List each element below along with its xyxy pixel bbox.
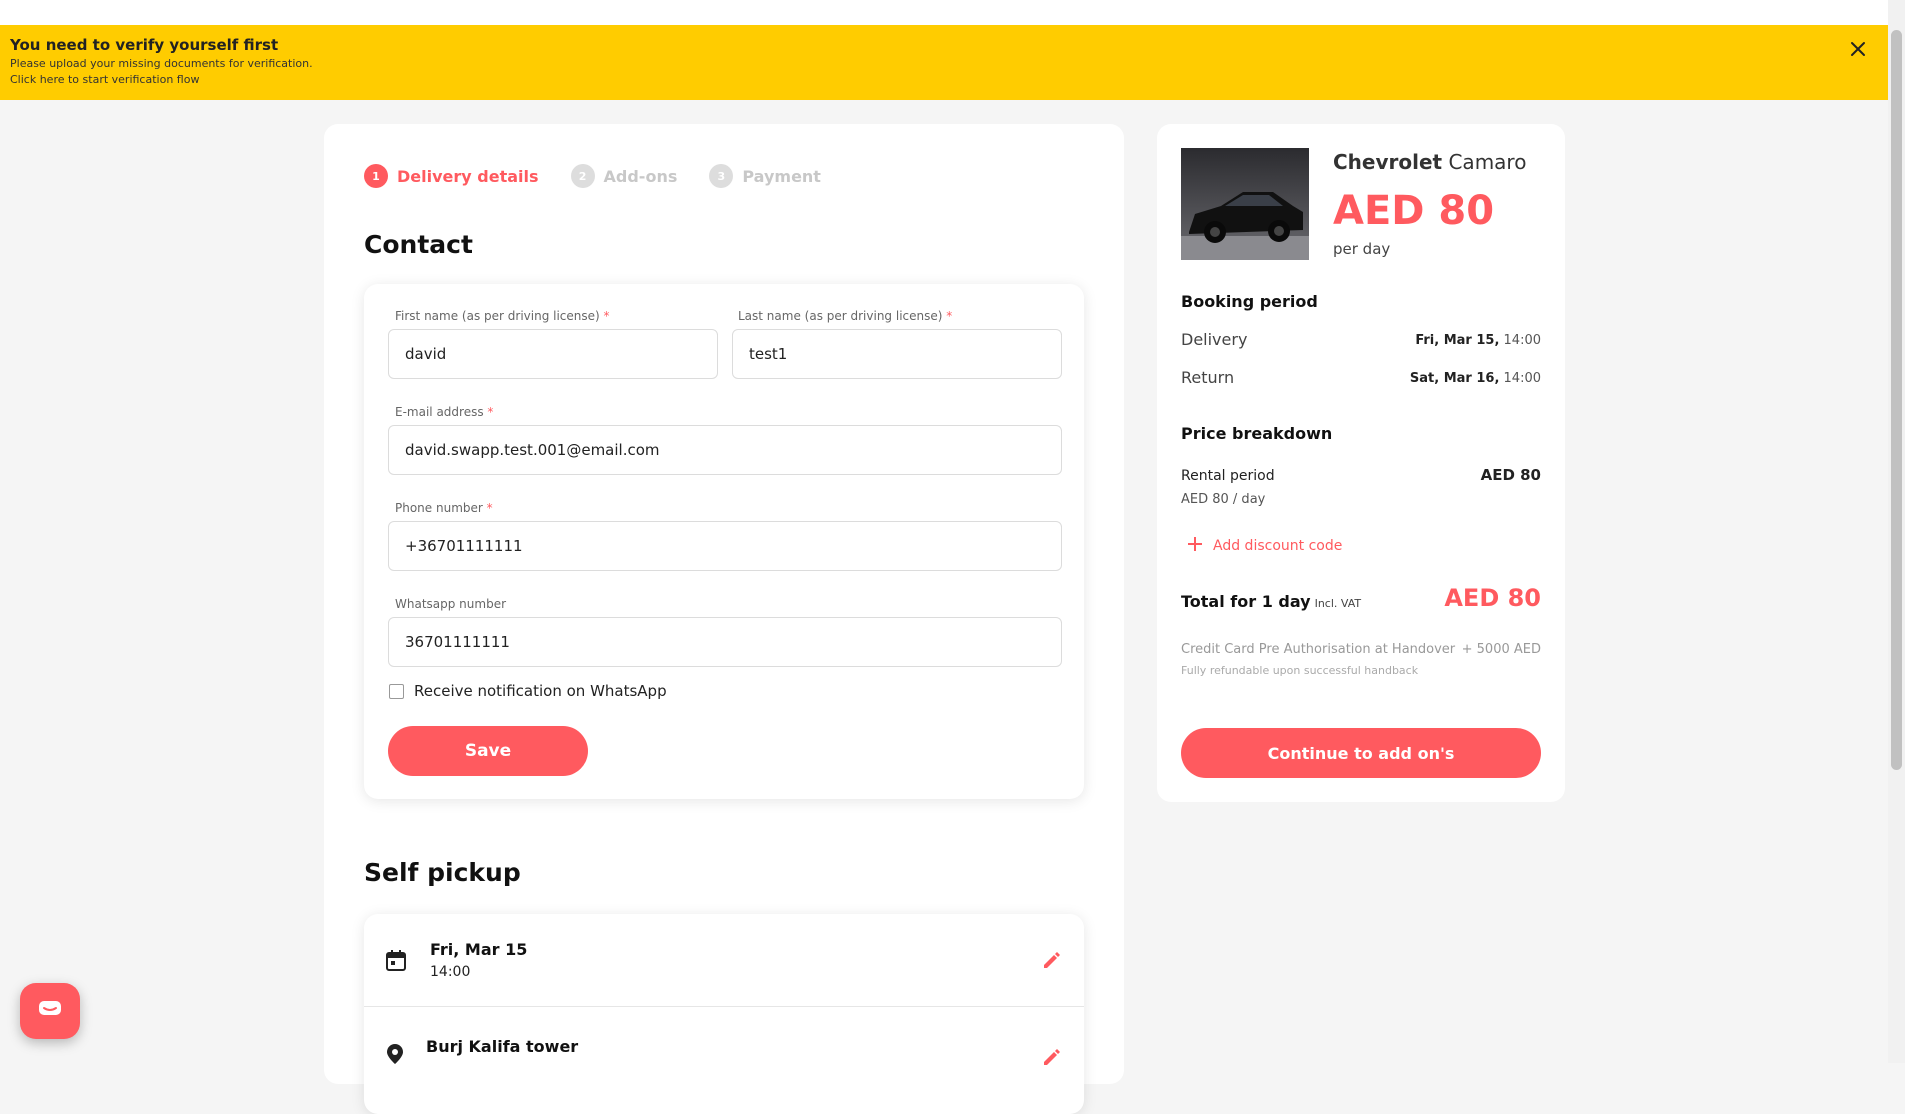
pickup-time: 14:00 [430,964,471,980]
step-number: 2 [570,164,595,188]
car-make: Chevrolet [1333,150,1443,174]
total-vat-note: Incl. VAT [1314,597,1362,610]
pickup-date-row: Fri, Mar 15 14:00 [364,914,1084,1007]
whatsapp-label: Whatsapp number [395,597,507,611]
return-datetime: Sat, Mar 16, 14:00 [1410,371,1541,386]
chat-button[interactable] [20,983,80,1039]
booking-period-title: Booking period [1181,292,1318,311]
step-label: Payment [742,166,821,186]
required-marker: * [946,309,953,323]
step-payment[interactable]: 3 Payment [709,164,821,188]
required-marker: * [603,309,610,323]
car-model: Camaro [1448,150,1527,174]
last-name-label: Last name (as per driving license) * [738,309,952,323]
rental-period-label: Rental period [1181,468,1275,484]
scrollbar[interactable] [1888,0,1905,1063]
whatsapp-notify-checkbox[interactable] [389,683,404,699]
banner-subtitle: Please upload your missing documents for… [10,57,313,70]
last-name-label-text: Last name (as per driving license) [738,309,943,323]
car-name: Chevrolet Camaro [1333,150,1526,174]
top-strip [0,0,1888,25]
phone-label: Phone number * [395,501,493,515]
total-value: AED 80 [1444,584,1541,612]
email-input[interactable] [388,425,1062,475]
email-label: E-mail address * [395,405,493,419]
first-name-input[interactable] [388,329,718,379]
pickup-date: Fri, Mar 15 [430,940,528,959]
delivery-label: Delivery [1181,330,1248,349]
edit-date-icon[interactable] [1042,950,1062,974]
add-discount-code-label: Add discount code [1213,538,1343,554]
checkout-steps: 1 Delivery details 2 Add-ons 3 Payment [364,164,853,188]
pickup-location: Burj Kalifa tower [426,1037,579,1056]
step-label: Delivery details [397,166,539,186]
car-price-unit: per day [1333,240,1391,258]
whatsapp-input[interactable] [388,617,1062,667]
return-date: Sat, Mar 16, [1409,371,1500,386]
step-label: Add-ons [603,166,678,186]
scrollbar-thumb[interactable] [1891,30,1902,770]
save-button[interactable]: Save [388,726,588,776]
step-add-ons[interactable]: 2 Add-ons [570,164,678,188]
checkout-form-card: 1 Delivery details 2 Add-ons 3 Payment C… [324,124,1124,1114]
banner-title: You need to verify yourself first [10,36,279,54]
whatsapp-notify-option[interactable]: Receive notification on WhatsApp [389,682,667,700]
return-label: Return [1181,368,1235,387]
first-name-label-text: First name (as per driving license) [395,309,600,323]
car-image [1181,148,1309,260]
contact-title: Contact [364,230,473,259]
preauth-amount: + 5000 AED [1461,642,1541,657]
location-pin-icon [386,1043,404,1069]
edit-location-icon[interactable] [1042,1047,1062,1071]
total-label: Total for 1 day Incl. VAT [1181,592,1361,611]
preauth-note: Fully refundable upon successful handbac… [1181,664,1419,677]
step-delivery-details[interactable]: 1 Delivery details [364,164,539,188]
price-breakdown-title: Price breakdown [1181,424,1333,443]
return-time: 14:00 [1503,371,1541,386]
delivery-time: 14:00 [1503,333,1541,348]
preauth-label: Credit Card Pre Authorisation at Handove… [1181,642,1456,657]
required-marker: * [487,405,494,419]
contact-form: First name (as per driving license) * La… [364,284,1084,799]
continue-to-add-ons-button[interactable]: Continue to add on's [1181,728,1541,778]
delivery-date: Fri, Mar 15, [1415,333,1500,348]
phone-input[interactable] [388,521,1062,571]
rental-rate: AED 80 / day [1181,492,1266,507]
last-name-input[interactable] [732,329,1062,379]
step-number: 1 [364,164,388,188]
self-pickup-details: Fri, Mar 15 14:00 Burj Kalifa tower [364,914,1084,1114]
first-name-label: First name (as per driving license) * [395,309,610,323]
booking-summary-card: Chevrolet Camaro AED 80 per day Booking … [1157,124,1565,802]
chat-icon [38,999,62,1023]
whatsapp-notify-label: Receive notification on WhatsApp [414,682,667,700]
required-marker: * [486,501,493,515]
plus-icon [1187,536,1203,556]
step-number: 3 [709,164,734,188]
total-label-text: Total for 1 day [1181,592,1311,611]
phone-label-text: Phone number [395,501,483,515]
calendar-icon [386,950,406,976]
verification-banner[interactable]: You need to verify yourself first Please… [0,25,1888,100]
car-daily-price: AED 80 [1333,188,1495,234]
verification-link[interactable]: Click here to start verification flow [10,73,1878,86]
delivery-datetime: Fri, Mar 15, 14:00 [1415,333,1541,348]
rental-period-value: AED 80 [1480,466,1541,484]
close-icon[interactable] [1846,37,1870,61]
email-label-text: E-mail address [395,405,484,419]
pickup-location-row: Burj Kalifa tower [364,1007,1084,1099]
add-discount-code-button[interactable]: Add discount code [1187,536,1342,556]
self-pickup-title: Self pickup [364,858,521,887]
